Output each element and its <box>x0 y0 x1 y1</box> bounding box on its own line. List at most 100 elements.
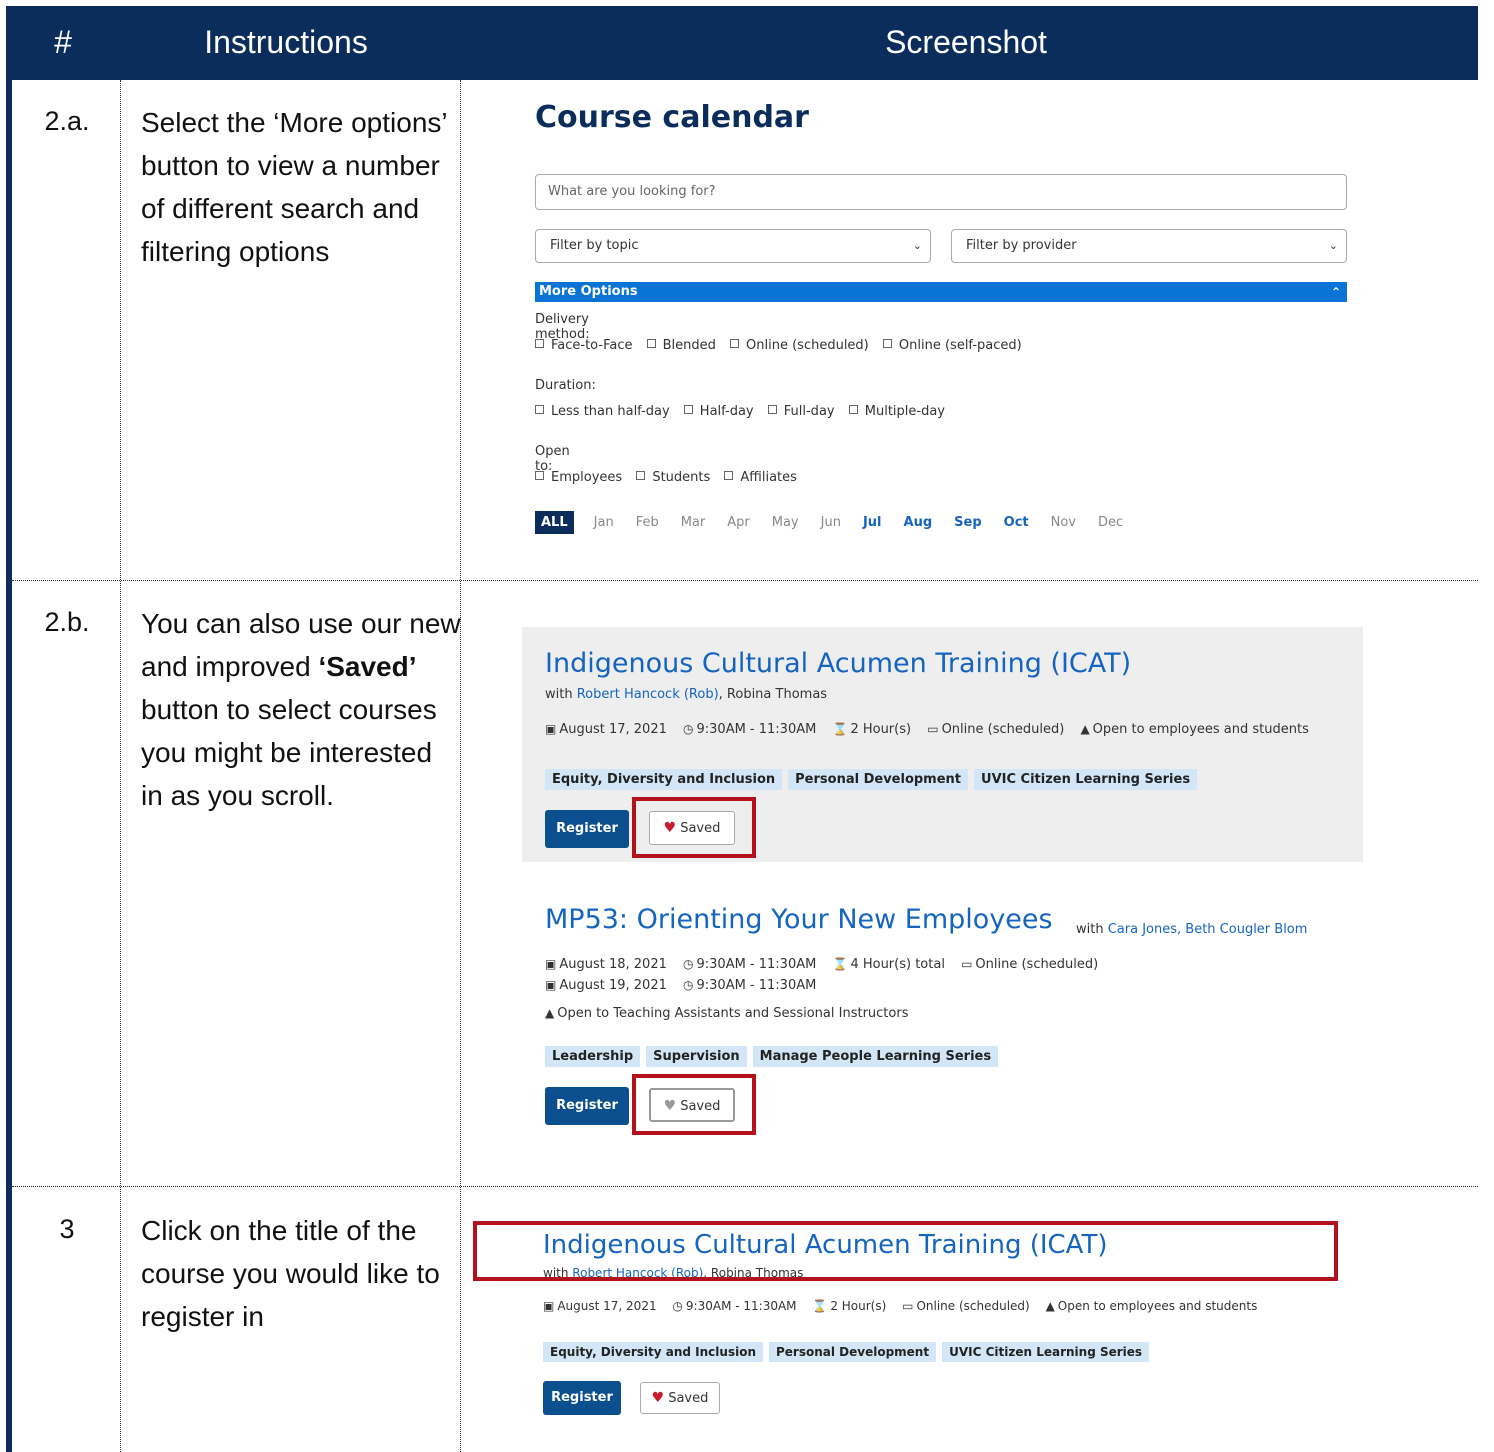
course-title-link[interactable]: Indigenous Cultural Acumen Training (ICA… <box>545 648 1131 679</box>
course-date: August 18, 2021 <box>559 957 667 972</box>
saved-label: Saved <box>668 1391 709 1406</box>
tag[interactable]: UVIC Citizen Learning Series <box>942 1342 1150 1362</box>
checkbox-icon <box>646 339 656 348</box>
course-time: 9:30AM - 11:30AM <box>685 1299 797 1313</box>
checkbox-blended[interactable]: Blended <box>646 338 716 353</box>
checkbox-online-scheduled[interactable]: Online (scheduled) <box>730 338 869 353</box>
checkbox-icon <box>535 339 544 348</box>
course-time: 9:30AM - 11:30AM <box>696 722 817 737</box>
with-label: with <box>545 687 573 702</box>
provider-filter-select[interactable]: Filter by provider ⌄ <box>951 229 1347 263</box>
tag[interactable]: UVIC Citizen Learning Series <box>974 769 1198 790</box>
instructor-link[interactable]: Cara Jones, Beth Cougler Blom <box>1108 922 1308 937</box>
checkbox-half-day[interactable]: Half-day <box>683 404 754 419</box>
month-oct[interactable]: Oct <box>1004 515 1029 530</box>
select-value: Filter by provider <box>966 238 1077 253</box>
course-duration: 2 Hour(s) <box>850 722 912 737</box>
checkbox-less-than-half-day[interactable]: Less than half-day <box>535 404 670 419</box>
course-tags: Equity, Diversity and Inclusion Personal … <box>543 1342 1155 1362</box>
checkbox-online-self-paced[interactable]: Online (self-paced) <box>882 338 1022 353</box>
clock-icon: ◷ <box>683 957 694 971</box>
lock-open-icon: ▲ <box>1080 722 1090 736</box>
tag[interactable]: Supervision <box>646 1046 747 1067</box>
row-number: 2.a. <box>44 106 90 136</box>
open-to-options: Employees Students Affiliates <box>535 470 807 485</box>
row-instruction: Click on the title of the course you wou… <box>141 1215 440 1332</box>
highlight-box <box>632 1074 756 1135</box>
course-time: 9:30AM - 11:30AM <box>696 978 817 993</box>
monitor-icon: ▭ <box>927 722 939 736</box>
more-options-button[interactable]: More Options ⌃ <box>535 282 1347 302</box>
checkbox-icon <box>683 405 693 414</box>
month-jul[interactable]: Jul <box>863 515 882 530</box>
register-button[interactable]: Register <box>543 1381 621 1415</box>
course-date: August 19, 2021 <box>559 978 667 993</box>
course-audience: Open to Teaching Assistants and Sessiona… <box>557 1006 909 1021</box>
course-audience: Open to employees and students <box>1057 1299 1258 1313</box>
tag[interactable]: Personal Development <box>788 769 969 790</box>
checkbox-students[interactable]: Students <box>636 470 710 485</box>
register-button[interactable]: Register <box>545 1087 629 1125</box>
checkbox-label: Blended <box>662 338 716 353</box>
tag[interactable]: Equity, Diversity and Inclusion <box>543 1342 763 1362</box>
tag[interactable]: Manage People Learning Series <box>752 1046 999 1067</box>
duration-label: Duration: <box>535 378 596 393</box>
month-mar[interactable]: Mar <box>681 515 706 530</box>
course-meta: ▣ August 17, 2021 ◷ 9:30AM - 11:30AM ⌛ 2 Ho… <box>543 1299 1269 1313</box>
checkbox-icon <box>535 405 544 414</box>
checkbox-multiple-day[interactable]: Multiple-day <box>848 404 945 419</box>
course-title-link[interactable]: MP53: Orienting Your New Employees <box>545 904 1053 935</box>
tag[interactable]: Equity, Diversity and Inclusion <box>545 769 783 790</box>
checkbox-icon <box>882 339 892 348</box>
highlight-box <box>473 1221 1338 1281</box>
instruction-table: # Instructions Screenshot 2.a. Select th… <box>6 6 1478 1452</box>
month-apr[interactable]: Apr <box>727 515 750 530</box>
highlight-box <box>632 797 756 858</box>
course-duration: 4 Hour(s) total <box>850 957 945 972</box>
month-all[interactable]: ALL <box>535 511 574 534</box>
month-may[interactable]: May <box>772 515 799 530</box>
topic-filter-select[interactable]: Filter by topic ⌄ <box>535 229 931 263</box>
chevron-down-icon: ⌄ <box>912 239 922 252</box>
checkbox-label: Face-to-Face <box>551 338 633 353</box>
checkbox-label: Students <box>652 470 711 485</box>
instructor-link[interactable]: Robert Hancock (Rob) <box>577 687 719 702</box>
hourglass-icon: ⌛ <box>832 957 848 971</box>
month-jan[interactable]: Jan <box>594 515 614 530</box>
checkbox-affiliates[interactable]: Affiliates <box>724 470 797 485</box>
checkbox-full-day[interactable]: Full-day <box>767 404 835 419</box>
month-feb[interactable]: Feb <box>636 515 659 530</box>
tag[interactable]: Personal Development <box>768 1342 937 1362</box>
month-nov[interactable]: Nov <box>1051 515 1076 530</box>
course-tags: Leadership Supervision Manage People Learn… <box>545 1046 1004 1067</box>
month-aug[interactable]: Aug <box>904 515 933 530</box>
course-date: August 17, 2021 <box>559 722 667 737</box>
course-audience: Open to employees and students <box>1092 722 1309 737</box>
month-sep[interactable]: Sep <box>954 515 982 530</box>
more-options-label: More Options <box>539 284 638 299</box>
course-instructors: with Robert Hancock (Rob), Robina Thomas <box>545 687 827 702</box>
instruction-emphasis: ‘Saved’ <box>318 651 417 682</box>
search-input[interactable]: What are you looking for? <box>535 174 1347 210</box>
month-dec[interactable]: Dec <box>1098 515 1123 530</box>
column-divider <box>120 80 121 1452</box>
checkbox-label: Full-day <box>783 404 835 419</box>
calendar-icon: ▣ <box>543 1299 555 1313</box>
checkbox-icon <box>636 471 646 480</box>
row-instruction: Select the ‘More options’ button to view… <box>141 107 447 267</box>
checkbox-icon <box>767 405 777 414</box>
saved-button[interactable]: ♥ Saved <box>640 1382 720 1414</box>
month-jun[interactable]: Jun <box>821 515 841 530</box>
checkbox-face-to-face[interactable]: Face-to-Face <box>535 338 632 353</box>
checkbox-icon <box>730 339 740 348</box>
lock-open-icon: ▲ <box>1045 1299 1055 1313</box>
course-mode: Online (scheduled) <box>916 1299 1030 1313</box>
row-number: 3 <box>59 1214 75 1244</box>
checkbox-label: Multiple-day <box>864 404 945 419</box>
checkbox-employees[interactable]: Employees <box>535 470 622 485</box>
row-divider <box>12 580 1478 581</box>
register-button[interactable]: Register <box>545 810 629 848</box>
tag[interactable]: Leadership <box>545 1046 641 1067</box>
select-value: Filter by topic <box>550 238 639 253</box>
row-number: 2.b. <box>44 607 90 637</box>
